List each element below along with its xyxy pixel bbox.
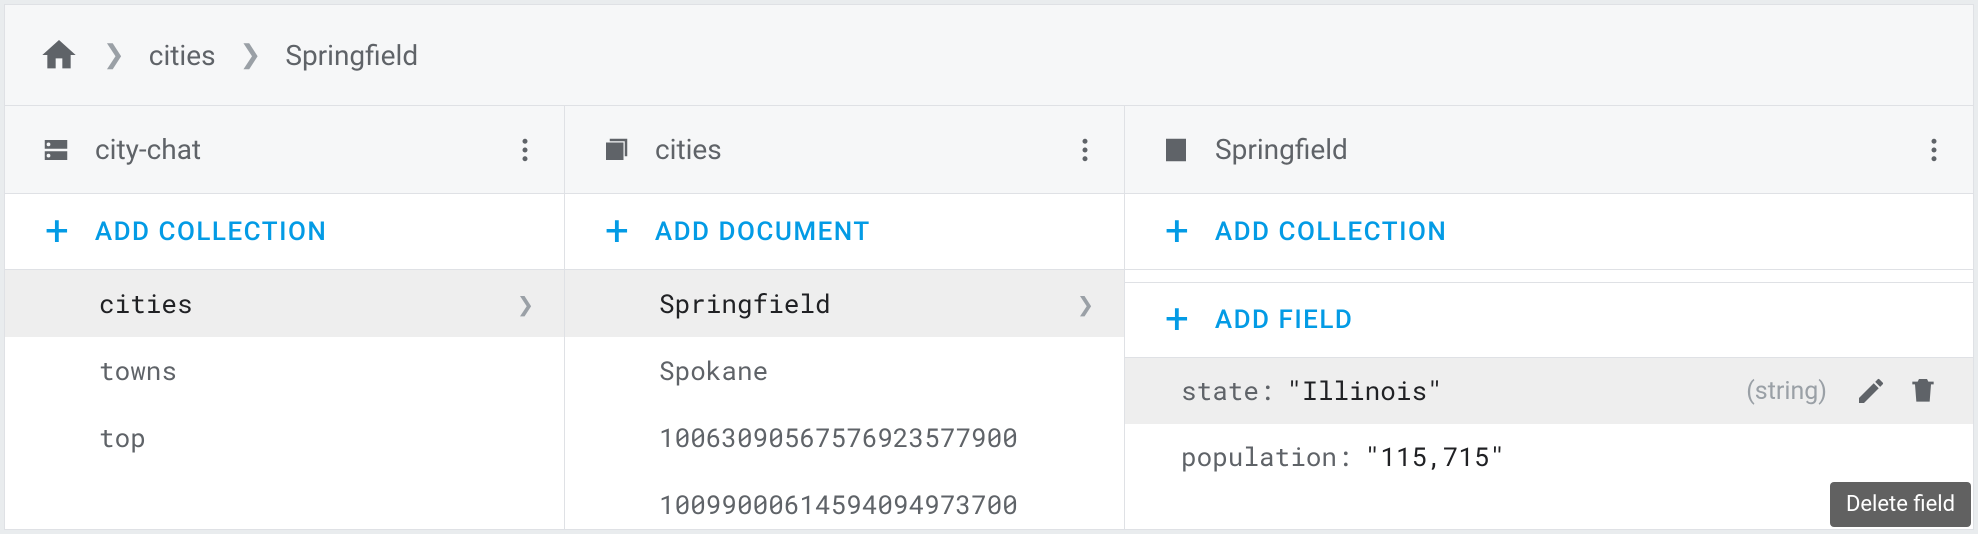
- document-item[interactable]: 10063090567576923577900: [565, 404, 1124, 471]
- breadcrumb: ❯ cities ❯ Springfield: [5, 5, 1973, 105]
- plus-icon: +: [45, 211, 69, 253]
- delete-field-button[interactable]: [1897, 375, 1949, 407]
- add-field-label: ADD FIELD: [1215, 305, 1354, 335]
- field-type: (string): [1746, 377, 1827, 406]
- field-value: "Illinois": [1287, 374, 1443, 408]
- document-name: Springfield: [1215, 133, 1348, 166]
- add-field-button[interactable]: + ADD FIELD: [1125, 282, 1973, 358]
- plus-icon: +: [1165, 299, 1189, 341]
- add-document-label: ADD DOCUMENT: [655, 217, 871, 247]
- field-row[interactable]: state: "Illinois" (string): [1125, 358, 1973, 424]
- column-header-collection: cities: [565, 106, 1124, 194]
- collection-item[interactable]: top: [5, 404, 564, 471]
- field-key: state:: [1181, 374, 1275, 408]
- collection-name: cities: [655, 133, 722, 166]
- document-item[interactable]: Springfield ❯: [565, 270, 1124, 337]
- field-value: "115,715": [1365, 440, 1505, 474]
- field-row[interactable]: population: "115,715": [1125, 424, 1973, 490]
- collection-list: cities ❯ towns top: [5, 270, 564, 529]
- database-icon: [41, 135, 71, 165]
- plus-icon: +: [605, 211, 629, 253]
- chevron-right-icon: ❯: [517, 285, 534, 322]
- field-key: population:: [1181, 440, 1353, 474]
- more-menu-button[interactable]: [1070, 135, 1100, 165]
- add-subcollection-button[interactable]: + ADD COLLECTION: [1125, 194, 1973, 270]
- plus-icon: +: [1165, 211, 1189, 253]
- breadcrumb-collection[interactable]: cities: [149, 39, 216, 72]
- collection-item[interactable]: cities ❯: [5, 270, 564, 337]
- chevron-right-icon: ❯: [1077, 285, 1094, 322]
- home-icon[interactable]: [39, 35, 79, 75]
- more-menu-button[interactable]: [1919, 135, 1949, 165]
- chevron-right-icon: ❯: [240, 40, 262, 70]
- add-collection-label: ADD COLLECTION: [95, 217, 327, 247]
- delete-field-tooltip: Delete field: [1830, 482, 1971, 527]
- add-document-button[interactable]: + ADD DOCUMENT: [565, 194, 1124, 270]
- column-header-root: city-chat: [5, 106, 564, 194]
- chevron-right-icon: ❯: [103, 40, 125, 70]
- more-menu-button[interactable]: [510, 135, 540, 165]
- document-item[interactable]: Spokane: [565, 337, 1124, 404]
- breadcrumb-document[interactable]: Springfield: [285, 39, 418, 72]
- collection-icon: [601, 135, 631, 165]
- add-collection-button[interactable]: + ADD COLLECTION: [5, 194, 564, 270]
- collection-item[interactable]: towns: [5, 337, 564, 404]
- edit-field-button[interactable]: [1845, 375, 1897, 407]
- document-list: Springfield ❯ Spokane 100630905675769235…: [565, 270, 1124, 529]
- document-icon: [1161, 135, 1191, 165]
- column-header-document: Springfield: [1125, 106, 1973, 194]
- add-subcollection-label: ADD COLLECTION: [1215, 217, 1447, 247]
- document-item[interactable]: 10099000614594094973700: [565, 471, 1124, 529]
- root-name: city-chat: [95, 133, 201, 166]
